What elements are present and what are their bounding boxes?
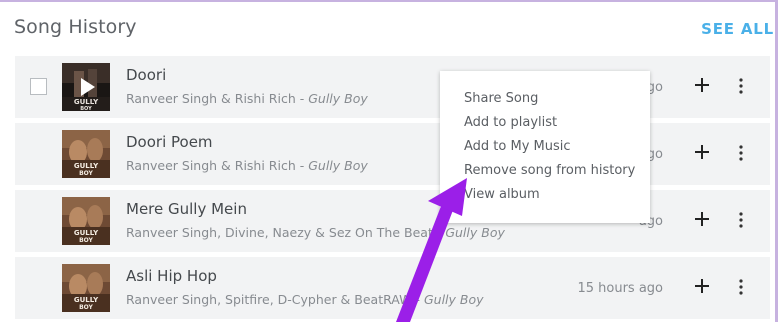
annotation-arrow-icon bbox=[396, 178, 467, 322]
